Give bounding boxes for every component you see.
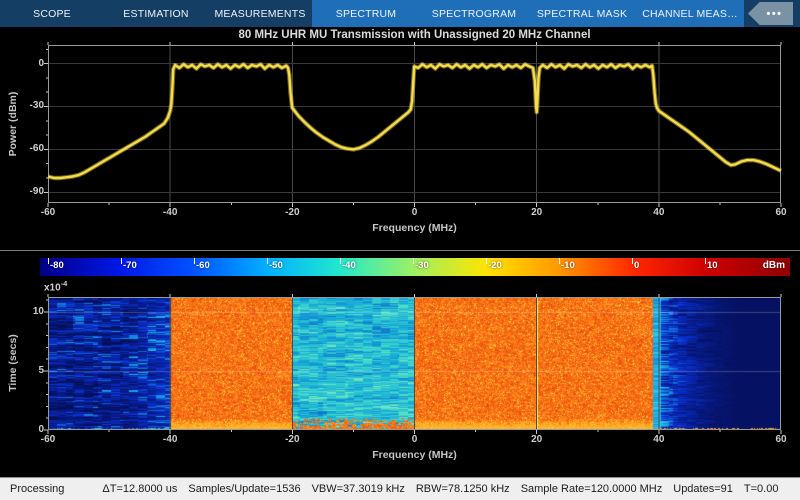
colorbar-tick-label: -10	[561, 260, 575, 271]
tab-scope[interactable]: SCOPE	[0, 0, 104, 27]
spectrogram-x-axis-title: Frequency (MHz)	[48, 449, 781, 461]
spectrum-x-tick-label: 60	[761, 207, 800, 218]
spectrum-x-tick-label: -60	[28, 207, 68, 218]
status-metric: RBW=78.1250 kHz	[416, 483, 510, 495]
contextual-tab-group: SPECTRUMSPECTROGRAMSPECTRAL MASKCHANNEL …	[312, 0, 744, 27]
status-metric: Samples/Update=1536	[188, 483, 300, 495]
spectrogram-x-tick-label: 40	[639, 434, 679, 445]
status-metric: T=0.00	[744, 483, 779, 495]
colorbar-tick-label: -80	[50, 260, 64, 271]
colorbar-tick-label: 0	[634, 260, 639, 271]
colorbar: dBm -80 -70 -60 -50 -40 -30 -20 -10 0 10	[40, 258, 790, 276]
panel-divider	[0, 250, 800, 251]
toolstrip-tabbar: SCOPEESTIMATIONMEASUREMENTS SPECTRUMSPEC…	[0, 0, 800, 27]
spectrogram-x-tick-label: -60	[28, 434, 68, 445]
tab-spectral-mask[interactable]: SPECTRAL MASK	[528, 0, 636, 27]
colorbar-tick-label: -70	[123, 260, 137, 271]
colorbar-tick	[705, 258, 706, 264]
status-bar: Processing ΔT=12.8000 us Samples/Update=15…	[0, 477, 800, 500]
spectrum-y-tick-label: 0	[0, 58, 44, 69]
spectrum-y-tick-label: -30	[0, 100, 44, 111]
colorbar-tick-label: -30	[415, 260, 429, 271]
status-metric: VBW=37.3019 kHz	[312, 483, 405, 495]
colorbar-tick-label: -20	[488, 260, 502, 271]
toolstrip-overflow-button[interactable]: •••	[748, 2, 793, 25]
colorbar-tick	[267, 258, 268, 264]
colorbar-unit-label: dBm	[763, 260, 785, 271]
tab-channel-meas[interactable]: CHANNEL MEAS…	[636, 0, 744, 27]
tab-spectrogram[interactable]: SPECTROGRAM	[420, 0, 528, 27]
spectrogram-axes	[48, 297, 781, 430]
spectrogram-y-multiplier: x10-4	[44, 279, 67, 293]
colorbar-tick	[194, 258, 195, 264]
status-metric: Sample Rate=120.0000 MHz	[521, 483, 663, 495]
spectrum-x-tick-label: 20	[517, 207, 557, 218]
spectrum-title: 80 MHz UHR MU Transmission with Unassign…	[48, 29, 781, 41]
spectrum-y-tick-label: -90	[0, 186, 44, 197]
spectrum-x-tick-label: -40	[150, 207, 190, 218]
spectrum-y-tick-label: -60	[0, 143, 44, 154]
spectrogram-x-tick-label: -40	[150, 434, 190, 445]
spectrogram-x-tick-label: 20	[517, 434, 557, 445]
colorbar-tick	[413, 258, 414, 264]
colorbar-tick	[486, 258, 487, 264]
colorbar-tick	[121, 258, 122, 264]
tab-estimation[interactable]: ESTIMATION	[104, 0, 208, 27]
spectrogram-y-tick-label: 0	[0, 424, 44, 435]
tab-spectrum[interactable]: SPECTRUM	[312, 0, 420, 27]
spectrum-x-axis-title: Frequency (MHz)	[48, 222, 781, 234]
spectrogram-y-tick-label: 5	[0, 365, 44, 376]
spectrogram-x-tick-label: -20	[272, 434, 312, 445]
colorbar-tick	[632, 258, 633, 264]
colorbar-tick-label: -40	[342, 260, 356, 271]
colorbar-tick	[559, 258, 560, 264]
spectrum-plot[interactable]	[48, 45, 781, 203]
status-metric: ΔT=12.8000 us	[102, 483, 177, 495]
status-state: Processing	[10, 483, 64, 495]
colorbar-tick	[340, 258, 341, 264]
colorbar-tick-label: -60	[196, 260, 210, 271]
main-tab-group: SCOPEESTIMATIONMEASUREMENTS	[0, 0, 312, 27]
colorbar-tick	[48, 258, 49, 264]
colorbar-tick-label: -50	[269, 260, 283, 271]
spectrogram-x-tick-label: 0	[395, 434, 435, 445]
tab-measurements[interactable]: MEASUREMENTS	[208, 0, 312, 27]
spectrogram-y-axis-title: Time (secs)	[7, 334, 19, 392]
status-metric: Updates=91	[673, 483, 733, 495]
spectrum-x-tick-label: 40	[639, 207, 679, 218]
spectrum-analyzer-window: SCOPEESTIMATIONMEASUREMENTS SPECTRUMSPEC…	[0, 0, 800, 500]
spectrum-x-tick-label: -20	[272, 207, 312, 218]
tabbar-overflow-area: •••	[744, 0, 800, 27]
colorbar-tick-label: 10	[707, 260, 718, 271]
spectrum-x-tick-label: 0	[395, 207, 435, 218]
spectrogram-y-tick-label: 10	[0, 306, 44, 317]
spectrogram-x-tick-label: 60	[761, 434, 800, 445]
